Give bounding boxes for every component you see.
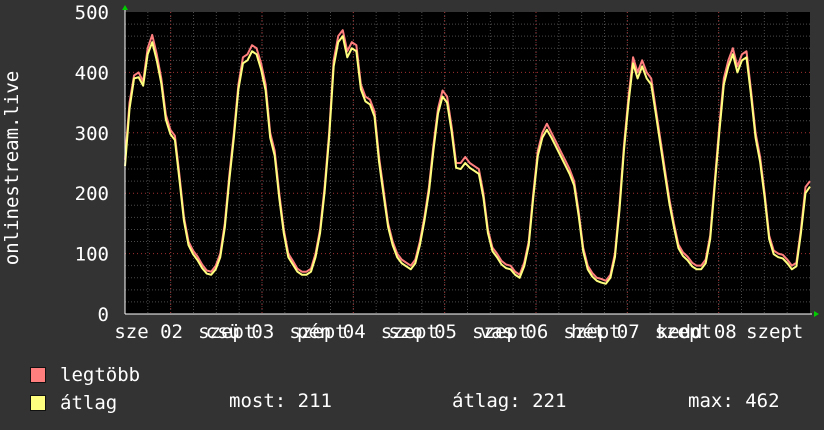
y-tick-label: 300: [75, 123, 109, 145]
x-axis-arrow: [814, 311, 819, 317]
grid: [125, 12, 810, 314]
y-tick-label: 100: [75, 244, 109, 266]
x-tick-label: szo 05: [388, 321, 457, 343]
x-tick-label: szept: [746, 321, 803, 343]
y-tick-label: 200: [75, 183, 109, 205]
stat-current: most: 211: [229, 390, 332, 412]
legend-swatch-average: [30, 395, 46, 411]
stat-max: max: 462: [688, 390, 780, 412]
legend-swatch-max: [30, 367, 46, 383]
y-tick-label: 500: [75, 2, 109, 24]
legend-label-max: legtöbb: [60, 364, 141, 386]
x-tick-label: kedd 08: [657, 321, 737, 343]
x-tick-label: csü 03: [206, 321, 275, 343]
y-tick-label: 400: [75, 62, 109, 84]
x-tick-label: hét 07: [571, 321, 640, 343]
y-ticks: 0 100 200 300 400 500: [75, 2, 109, 326]
x-tick-label: sze 02: [114, 321, 183, 343]
x-tick-label: vas 06: [480, 321, 549, 343]
x-ticks: sze 02 szeptcsü 03 szeptpén 04 szeptszo 05 s…: [114, 321, 803, 343]
stat-average: átlag: 221: [452, 390, 567, 412]
legend-item-average: átlag: [30, 392, 117, 414]
x-tick-label: pén 04: [297, 321, 366, 343]
legend-item-max: legtöbb: [30, 364, 140, 386]
y-axis-arrow: [122, 5, 128, 10]
y-tick-label: 0: [98, 304, 109, 326]
y-axis-label: onlinestream.live: [1, 71, 23, 265]
legend-label-average: átlag: [60, 392, 118, 414]
